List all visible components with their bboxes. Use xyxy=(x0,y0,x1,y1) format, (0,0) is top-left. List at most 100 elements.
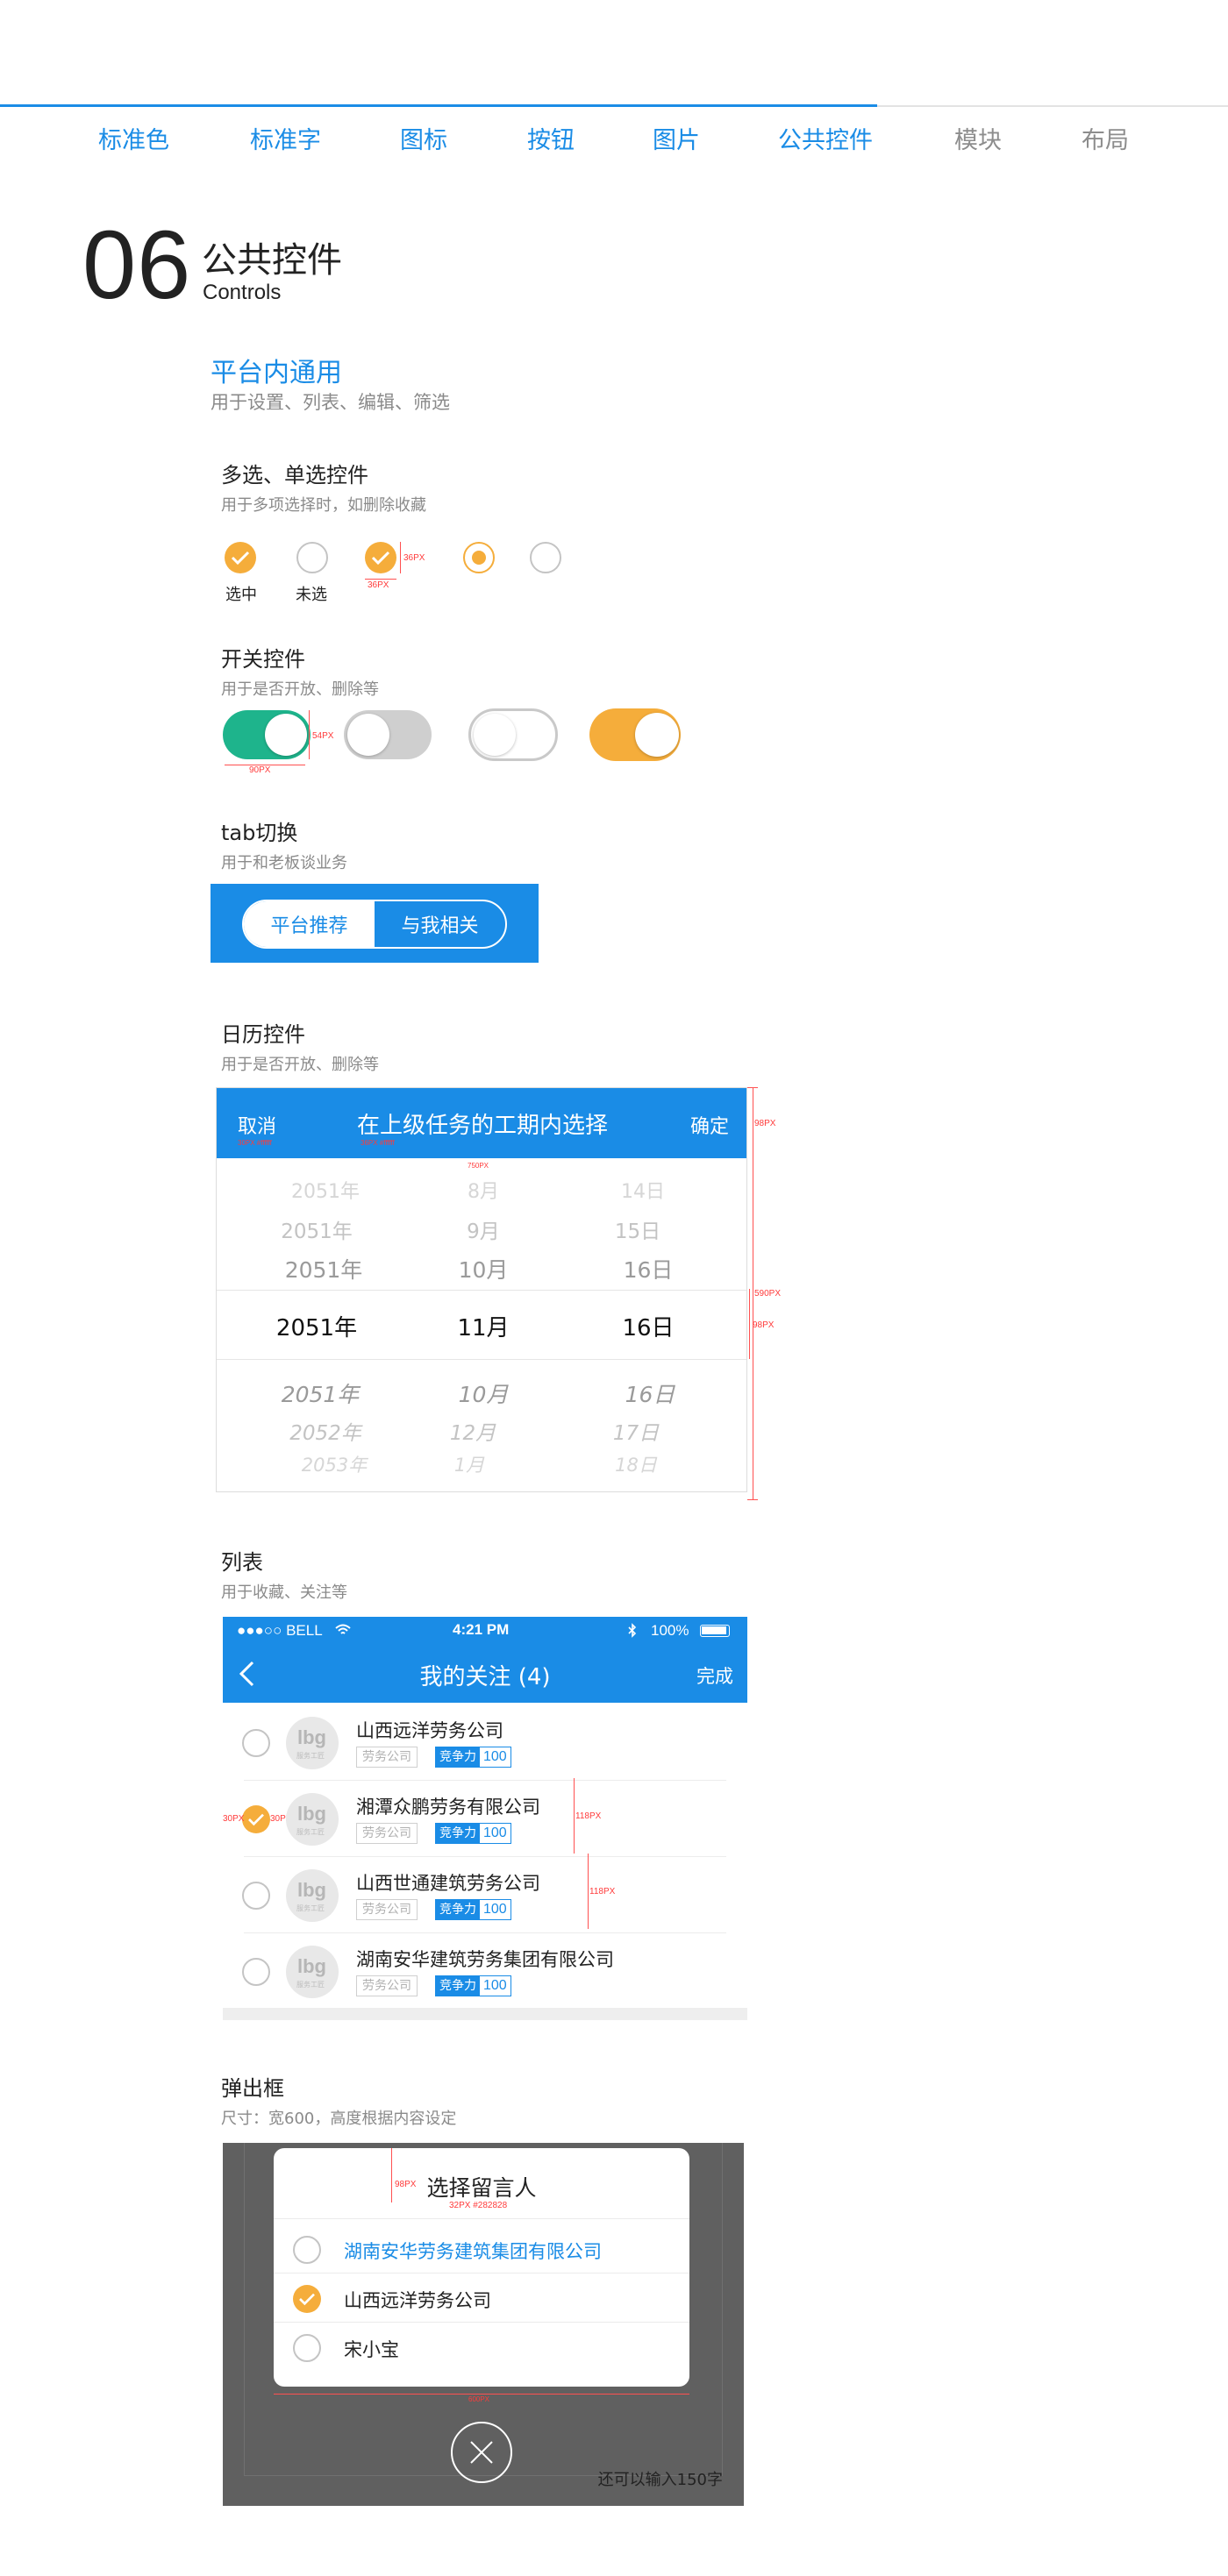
picker-row[interactable]: 2051年 8月 14日 xyxy=(217,1176,746,1211)
radio-unselected[interactable] xyxy=(530,542,561,573)
company-name: 山西世通建筑劳务公司 xyxy=(356,1873,540,1894)
picker-selected-row[interactable]: 2051年 11月 16日 xyxy=(217,1290,746,1360)
row-checkbox[interactable] xyxy=(242,1882,270,1910)
tab-related-to-me[interactable]: 与我相关 xyxy=(375,901,505,947)
dimension-line xyxy=(400,542,401,573)
picker-day: 18日 xyxy=(615,1455,657,1476)
option-label[interactable]: 山西远洋劳务公司 xyxy=(344,2287,491,2313)
picker-row[interactable]: 2052年 12月 17日 xyxy=(217,1416,746,1451)
close-button[interactable] xyxy=(451,2422,512,2483)
check-icon xyxy=(248,1813,264,1826)
score-tag: 竞争力 100 xyxy=(435,1823,511,1844)
picker-row[interactable]: 2053年 1月 18日 xyxy=(217,1451,746,1486)
confirm-button[interactable]: 确定 xyxy=(690,1111,729,1139)
checkbox-heading: 多选、单选控件 xyxy=(221,463,368,487)
checkbox-width-annotation: 36PX xyxy=(368,580,389,590)
nav-tab-public-controls[interactable]: 公共控件 xyxy=(778,121,873,155)
calendar-head-height-annotation: 98PX xyxy=(754,1119,776,1128)
list-item[interactable]: lbg 服务工匠 山西远洋劳务公司 劳务公司 竞争力 100 xyxy=(223,1704,747,1781)
avatar-logo-text: lbg xyxy=(297,1803,326,1825)
avatar-logo-text: lbg xyxy=(297,1726,326,1748)
tab-platform-recommend[interactable]: 平台推荐 xyxy=(244,901,375,947)
nav-tab-icons[interactable]: 图标 xyxy=(400,121,447,155)
switch-off-outline[interactable] xyxy=(468,708,558,761)
option-label[interactable]: 宋小宝 xyxy=(344,2336,399,2362)
dimension-line xyxy=(747,1087,758,1088)
company-type-tag: 劳务公司 xyxy=(356,1975,418,1996)
date-picker-title: 在上级任务的工期内选择 xyxy=(357,1113,609,1139)
dialog-title-annotation: 32PX #282828 xyxy=(449,2201,508,2210)
list-desc: 用于收藏、关注等 xyxy=(221,1583,347,1602)
picker-row[interactable]: 2051年 9月 15日 xyxy=(217,1214,746,1249)
switch-width-annotation: 90PX xyxy=(249,765,271,775)
cancel-button[interactable]: 取消 xyxy=(238,1111,276,1139)
chapter-subtitle: Controls xyxy=(203,281,282,304)
cancel-annotation: 30PX #ffffff xyxy=(238,1139,272,1147)
nav-tab-modules[interactable]: 模块 xyxy=(954,121,1002,155)
nav-tab-images[interactable]: 图片 xyxy=(653,121,700,155)
company-name: 山西远洋劳务公司 xyxy=(356,1720,503,1741)
list-item[interactable]: 30PX 30PX lbg 服务工匠 湘潭众鹏劳务有限公司 劳务公司 竞争力 10… xyxy=(223,1781,747,1857)
picker-day: 16日 xyxy=(622,1315,675,1341)
score-tag: 竞争力 100 xyxy=(435,1975,511,1996)
score-tag: 竞争力 100 xyxy=(435,1899,511,1920)
switch-on-orange[interactable] xyxy=(589,708,681,761)
score-value: 100 xyxy=(483,1825,507,1840)
dialog-overlay: 98PX 选择留言人 32PX #282828 湖南安华劳务建筑集团有限公司 山… xyxy=(223,2143,744,2506)
bluetooth-icon xyxy=(628,1623,637,1638)
picker-day: 16日 xyxy=(623,1257,674,1283)
score-value: 100 xyxy=(483,1749,507,1764)
checkbox-height-annotation: 36PX xyxy=(403,553,425,563)
checkbox-checked-spec[interactable] xyxy=(365,542,396,573)
list-item[interactable]: lbg 服务工匠 湖南安华建筑劳务集团有限公司 劳务公司 竞争力 100 xyxy=(223,1933,747,2010)
picker-year: 2052年 xyxy=(289,1422,361,1445)
row-checkbox-checked[interactable] xyxy=(242,1805,270,1833)
picker-month: 8月 xyxy=(468,1181,499,1203)
row-height-annotation: 118PX xyxy=(589,1887,616,1896)
score-label: 竞争力 xyxy=(436,1747,480,1767)
dimension-line xyxy=(749,1289,750,1359)
nav-tab-buttons[interactable]: 按钮 xyxy=(527,121,575,155)
row-height-annotation: 118PX xyxy=(575,1811,602,1821)
picker-year: 2051年 xyxy=(291,1181,360,1203)
dialog-heading: 弹出框 xyxy=(221,2076,284,2101)
avatar-logo-sub: 服务工匠 xyxy=(296,1752,325,1760)
avatar-logo-sub: 服务工匠 xyxy=(296,1828,325,1836)
checkbox-checked[interactable] xyxy=(225,542,256,573)
dimension-line xyxy=(747,1499,758,1500)
picker-month: 12月 xyxy=(449,1422,496,1445)
switch-off-gray[interactable] xyxy=(344,710,432,759)
option-radio[interactable] xyxy=(293,2236,321,2264)
picker-row[interactable]: 2051年 10月 16日 xyxy=(217,1253,746,1288)
checkbox-left-annotation: 30PX xyxy=(223,1814,245,1824)
tab-switch-container: 平台推荐 与我相关 xyxy=(211,884,539,963)
width-annotation: 750PX xyxy=(468,1162,489,1170)
picker-day: 17日 xyxy=(612,1422,660,1445)
nav-tab-standard-font[interactable]: 标准字 xyxy=(250,121,321,155)
option-label[interactable]: 湖南安华劳务建筑集团有限公司 xyxy=(344,2238,602,2264)
checkbox-desc: 用于多项选择时，如删除收藏 xyxy=(221,496,426,515)
dialog-width-annotation: 600PX xyxy=(468,2395,490,2403)
done-button[interactable]: 完成 xyxy=(696,1662,733,1689)
option-radio[interactable] xyxy=(293,2334,321,2362)
score-label: 竞争力 xyxy=(436,1824,480,1843)
dialog-title: 选择留言人 xyxy=(426,2175,537,2201)
nav-tab-standard-color[interactable]: 标准色 xyxy=(98,121,169,155)
picker-month: 10月 xyxy=(458,1382,509,1407)
tab-switch: 平台推荐 与我相关 xyxy=(242,900,507,949)
list-nav-bar: 我的关注 (4) 完成 xyxy=(223,1645,747,1703)
list-item[interactable]: lbg 服务工匠 山西世通建筑劳务公司 劳务公司 竞争力 100 xyxy=(223,1857,747,1933)
company-avatar: lbg 服务工匠 xyxy=(286,1717,339,1769)
checkbox-unchecked[interactable] xyxy=(296,542,328,573)
radio-selected[interactable] xyxy=(463,542,495,573)
section-title: 平台内通用 xyxy=(211,358,342,388)
picker-row[interactable]: 2051年 10月 16日 xyxy=(217,1377,746,1413)
option-radio-checked[interactable] xyxy=(293,2285,321,2313)
row-checkbox[interactable] xyxy=(242,1958,270,1986)
switch-on-green[interactable] xyxy=(223,710,311,759)
nav-active-indicator xyxy=(0,104,877,107)
row-checkbox[interactable] xyxy=(242,1729,270,1757)
check-icon xyxy=(371,551,390,566)
picker-month: 10月 xyxy=(458,1257,509,1283)
nav-tab-layout[interactable]: 布局 xyxy=(1082,121,1129,155)
